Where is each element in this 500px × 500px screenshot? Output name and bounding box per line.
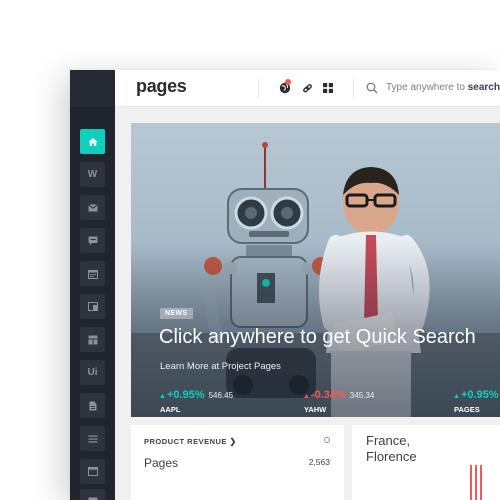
sidebar: W Ui [70, 70, 115, 500]
hero-banner[interactable]: NEWS Click anywhere to get Quick Search … [131, 123, 500, 417]
hero-subtitle[interactable]: Learn More at Project Pages [160, 361, 281, 372]
search-prompt-prefix: Type anywhere to [386, 82, 468, 93]
calendar-icon [87, 269, 98, 279]
search-prompt[interactable]: Type anywhere to search [386, 82, 500, 93]
sidebar-item-calendar[interactable] [80, 261, 105, 286]
document-icon [89, 401, 96, 410]
sidebar-item-table[interactable] [80, 489, 105, 500]
revenue-row-label: Pages [144, 456, 179, 470]
sidebar-item-mail[interactable] [80, 195, 105, 220]
ticker-change: ▲-0.34% [303, 389, 346, 401]
ticker-aapl: ▲+0.95% 546.45 AAPL [159, 385, 233, 414]
location-text: France, Florence [366, 433, 417, 465]
search-prompt-keyword: search [467, 82, 500, 93]
mail-icon [87, 203, 98, 211]
notification-dot [285, 79, 291, 85]
sidebar-item-w[interactable]: W [80, 162, 105, 187]
top-header: pages Type anywhere to search [115, 70, 500, 107]
hero-overlay [131, 123, 500, 417]
news-badge: NEWS [160, 308, 193, 319]
sidebar-item-document[interactable] [80, 393, 105, 418]
grid-apps-icon [323, 83, 333, 93]
hero-title: Click anywhere to get Quick Search [159, 326, 476, 348]
notifications-button[interactable] [278, 79, 292, 95]
ui-icon: Ui [87, 367, 98, 378]
ticker-price: 546.45 [208, 391, 234, 400]
logo[interactable]: pages [136, 76, 187, 97]
location-line1: France, [366, 433, 411, 448]
card-options-icon[interactable] [324, 437, 330, 443]
product-revenue-card: PRODUCT REVENUE ❯ Pages 2,563 [131, 425, 344, 500]
apps-button[interactable] [321, 81, 335, 95]
home-icon [88, 137, 97, 146]
sidebar-header [70, 70, 115, 107]
grid-icon [88, 335, 97, 344]
ticker-change: ▲+0.95% [159, 389, 205, 401]
links-button[interactable] [300, 81, 314, 95]
header-divider [258, 79, 259, 98]
layout-icon [87, 302, 98, 311]
sidebar-item-ui[interactable]: Ui [80, 360, 105, 385]
sidebar-item-chat[interactable] [80, 228, 105, 253]
arrow-down-icon: ▲ [303, 393, 310, 400]
arrow-up-icon: ▲ [453, 393, 460, 400]
chart-bar [470, 465, 472, 500]
ticker-price: 345.34 [349, 391, 375, 400]
sidebar-item-window[interactable] [80, 459, 105, 484]
sidebar-item-home[interactable] [80, 129, 105, 154]
list-icon [88, 435, 97, 442]
ticker-pages: ▲+0.95% PAGES [453, 385, 499, 414]
ticker-change-value: +0.95% [460, 389, 499, 401]
search-button[interactable] [366, 81, 378, 99]
header-divider [353, 79, 354, 98]
ticker-change-value: -0.34% [310, 389, 346, 401]
revenue-row-value: 2,563 [308, 457, 330, 467]
arrow-up-icon: ▲ [159, 393, 166, 400]
card-title[interactable]: PRODUCT REVENUE ❯ [144, 437, 237, 446]
app-window: W Ui pages Type anywhere to search NEWS … [70, 70, 500, 500]
sidebar-item-list[interactable] [80, 426, 105, 451]
location-card: France, Florence [352, 425, 500, 500]
ticker-yahw: ▲-0.34% 345.34 YAHW [303, 385, 374, 414]
ticker-change-value: +0.95% [166, 389, 205, 401]
chat-icon [88, 236, 97, 245]
ticker-symbol: PAGES [454, 405, 480, 414]
card-title-text: PRODUCT REVENUE [144, 437, 227, 446]
sidebar-item-grid[interactable] [80, 327, 105, 352]
ticker-change: ▲+0.95% [453, 389, 499, 401]
location-line2: Florence [366, 449, 417, 464]
w-icon: W [87, 169, 98, 180]
ticker-symbol: YAHW [304, 405, 327, 414]
chart-bar [475, 465, 477, 500]
ticker-symbol: AAPL [160, 405, 181, 414]
search-icon [366, 82, 378, 94]
chart-bar [480, 465, 482, 500]
sidebar-item-layout[interactable] [80, 294, 105, 319]
link-icon [302, 83, 312, 92]
window-icon [87, 467, 98, 476]
chevron-right-icon: ❯ [229, 437, 237, 446]
